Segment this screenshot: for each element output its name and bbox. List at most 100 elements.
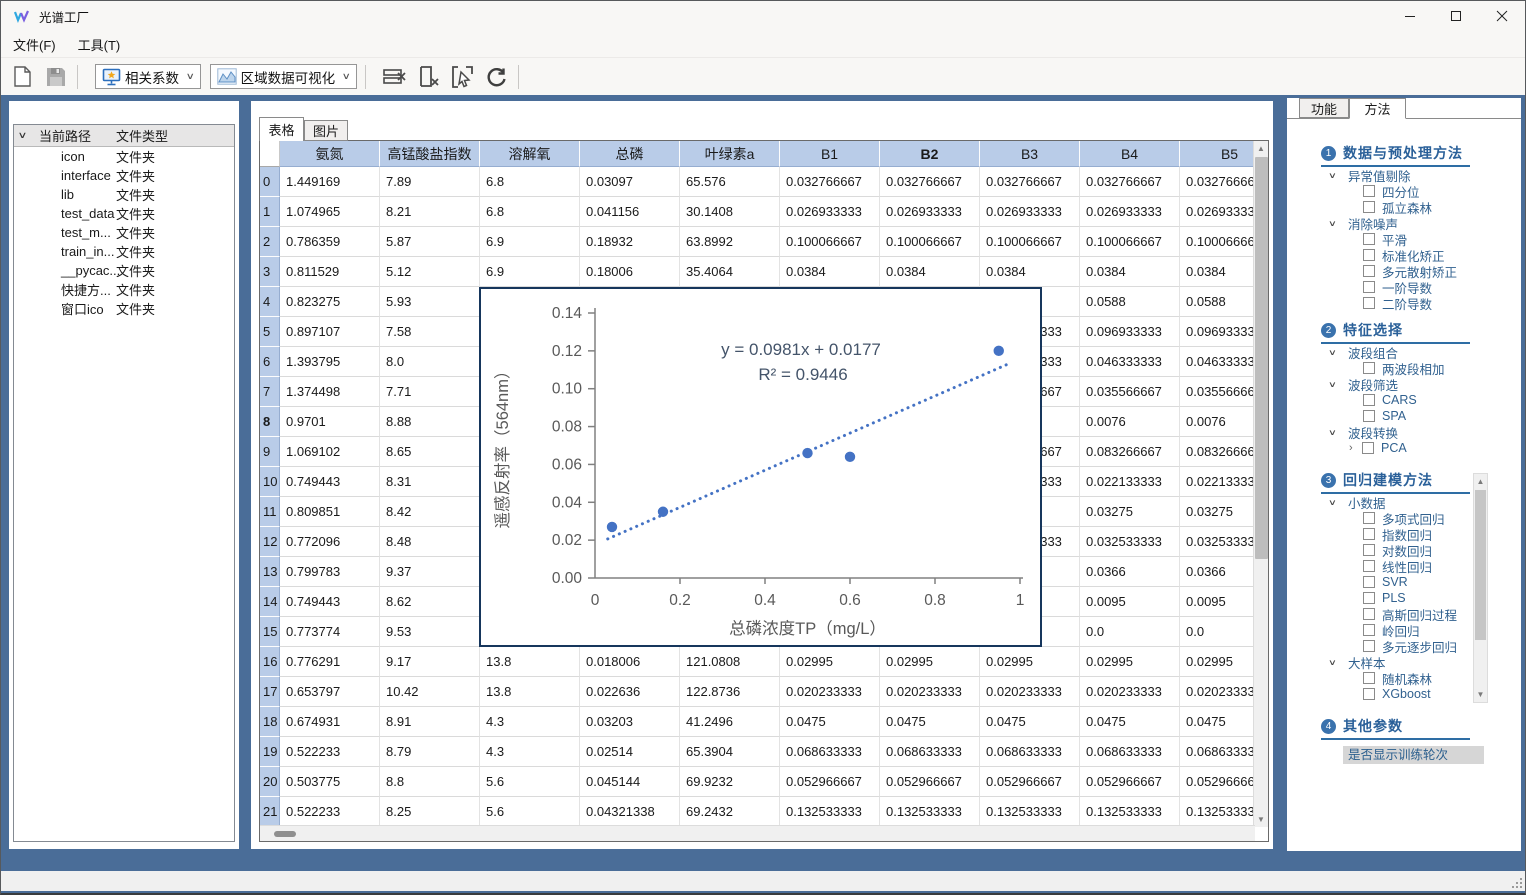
row-header[interactable]: 4 bbox=[260, 287, 280, 317]
table-cell[interactable]: 0.02995 bbox=[780, 647, 880, 677]
checkbox-unchecked-icon[interactable] bbox=[1363, 560, 1375, 572]
menu-tools[interactable]: 工具(T) bbox=[68, 31, 131, 58]
table-cell[interactable]: 0.0475 bbox=[880, 707, 980, 737]
scrollbar-thumb[interactable] bbox=[274, 831, 296, 837]
table-cell[interactable]: 0.799783 bbox=[280, 557, 380, 587]
tab-image[interactable]: 图片 bbox=[304, 120, 348, 141]
method-group[interactable]: ∨ 波段筛选 bbox=[1331, 376, 1521, 392]
table-cell[interactable]: 0.18006 bbox=[580, 257, 680, 287]
tab-table[interactable]: 表格 bbox=[259, 117, 304, 141]
checkbox-unchecked-icon[interactable] bbox=[1363, 249, 1375, 261]
chevron-down-icon[interactable]: ∨ bbox=[1328, 219, 1346, 228]
table-cell[interactable]: 8.8 bbox=[380, 767, 480, 797]
table-cell[interactable]: 0.032766667 bbox=[780, 167, 880, 197]
table-cell[interactable]: 0.897107 bbox=[280, 317, 380, 347]
checkbox-unchecked-icon[interactable] bbox=[1363, 512, 1375, 524]
scrollbar-thumb[interactable] bbox=[1475, 490, 1486, 640]
table-cell[interactable]: 6.8 bbox=[480, 167, 580, 197]
table-cell[interactable]: 8.88 bbox=[380, 407, 480, 437]
table-cell[interactable]: 0.0384 bbox=[1080, 257, 1180, 287]
table-cell[interactable]: 69.9232 bbox=[680, 767, 780, 797]
table-cell[interactable]: 0.0095 bbox=[1080, 587, 1180, 617]
delete-rows-button[interactable] bbox=[382, 64, 408, 90]
table-cell[interactable]: 0.02514 bbox=[580, 737, 680, 767]
table-cell[interactable]: 0.026933333 bbox=[980, 197, 1080, 227]
column-header[interactable]: 叶绿素a bbox=[680, 141, 780, 167]
file-tree-item[interactable]: 快捷方... 文件夹 bbox=[14, 280, 234, 299]
checkbox-unchecked-icon[interactable] bbox=[1363, 394, 1375, 406]
table-cell[interactable]: 1.374498 bbox=[280, 377, 380, 407]
table-cell[interactable]: 0.052966667 bbox=[780, 767, 880, 797]
table-cell[interactable]: 4.3 bbox=[480, 707, 580, 737]
scroll-up-arrow-icon[interactable]: ▲ bbox=[1474, 477, 1487, 486]
table-cell[interactable]: 0.020233333 bbox=[1080, 677, 1180, 707]
refresh-button[interactable] bbox=[484, 64, 510, 90]
table-cell[interactable]: 0.02995 bbox=[980, 647, 1080, 677]
checkbox-unchecked-icon[interactable] bbox=[1363, 281, 1375, 293]
table-cell[interactable]: 69.2432 bbox=[680, 797, 780, 827]
table-cell[interactable]: 0.811529 bbox=[280, 257, 380, 287]
table-cell[interactable]: 6.8 bbox=[480, 197, 580, 227]
table-cell[interactable]: 0.503775 bbox=[280, 767, 380, 797]
column-header[interactable]: 氨氮 bbox=[280, 141, 380, 167]
row-header[interactable]: 7 bbox=[260, 377, 280, 407]
table-cell[interactable]: 122.8736 bbox=[680, 677, 780, 707]
table-horizontal-scrollbar[interactable] bbox=[260, 825, 1255, 841]
menu-file[interactable]: 文件(F) bbox=[3, 31, 66, 58]
method-item[interactable]: XGboost bbox=[1363, 686, 1521, 702]
table-cell[interactable]: 0.02995 bbox=[1180, 647, 1255, 677]
table-cell[interactable]: 0.068633333 bbox=[880, 737, 980, 767]
checkbox-unchecked-icon[interactable] bbox=[1363, 362, 1375, 374]
table-cell[interactable]: 5.6 bbox=[480, 767, 580, 797]
checkbox-unchecked-icon[interactable] bbox=[1363, 265, 1375, 277]
file-tree-item[interactable]: icon 文件夹 bbox=[14, 147, 234, 166]
table-cell[interactable]: 0.0384 bbox=[880, 257, 980, 287]
table-cell[interactable]: 0.132533333 bbox=[980, 797, 1080, 827]
region-visualization-dropdown[interactable]: 区域数据可视化 ∨ bbox=[210, 64, 357, 89]
table-cell[interactable]: 0.020233333 bbox=[780, 677, 880, 707]
table-cell[interactable]: 8.42 bbox=[380, 497, 480, 527]
row-header[interactable]: 0 bbox=[260, 167, 280, 197]
table-cell[interactable]: 0.0588 bbox=[1080, 287, 1180, 317]
table-cell[interactable]: 4.3 bbox=[480, 737, 580, 767]
methods-scrollbar[interactable]: ▲ ▼ bbox=[1473, 473, 1488, 703]
table-vertical-scrollbar[interactable]: ▲ ▼ bbox=[1253, 141, 1268, 827]
table-cell[interactable]: 0.052966667 bbox=[980, 767, 1080, 797]
table-cell[interactable]: 63.8992 bbox=[680, 227, 780, 257]
table-cell[interactable]: 0.02023333 bbox=[1180, 677, 1255, 707]
table-cell[interactable]: 0.032766667 bbox=[1080, 167, 1180, 197]
table-cell[interactable]: 9.37 bbox=[380, 557, 480, 587]
table-cell[interactable]: 8.79 bbox=[380, 737, 480, 767]
table-cell[interactable]: 0.132533333 bbox=[780, 797, 880, 827]
row-header[interactable]: 6 bbox=[260, 347, 280, 377]
table-cell[interactable]: 7.71 bbox=[380, 377, 480, 407]
method-group[interactable]: ∨ 波段转换 bbox=[1331, 424, 1521, 440]
row-header[interactable]: 21 bbox=[260, 797, 280, 827]
table-cell[interactable]: 0.02213333 bbox=[1180, 467, 1255, 497]
method-item[interactable]: 二阶导数 bbox=[1363, 295, 1521, 311]
table-cell[interactable]: 0.02693333 bbox=[1180, 197, 1255, 227]
table-cell[interactable]: 0.772096 bbox=[280, 527, 380, 557]
checkbox-unchecked-icon[interactable] bbox=[1363, 544, 1375, 556]
table-cell[interactable]: 0.0076 bbox=[1080, 407, 1180, 437]
checkbox-unchecked-icon[interactable] bbox=[1363, 624, 1375, 636]
table-cell[interactable]: 0.026933333 bbox=[780, 197, 880, 227]
table-cell[interactable]: 0.018006 bbox=[580, 647, 680, 677]
table-cell[interactable]: 0.773774 bbox=[280, 617, 380, 647]
table-cell[interactable]: 8.65 bbox=[380, 437, 480, 467]
table-cell[interactable]: 1.069102 bbox=[280, 437, 380, 467]
table-cell[interactable]: 0.022133333 bbox=[1080, 467, 1180, 497]
table-cell[interactable]: 0.096933333 bbox=[1080, 317, 1180, 347]
table-cell[interactable]: 9.17 bbox=[380, 647, 480, 677]
checkbox-unchecked-icon[interactable] bbox=[1363, 201, 1375, 213]
resize-grip[interactable] bbox=[1510, 876, 1522, 888]
table-cell[interactable]: 1.449169 bbox=[280, 167, 380, 197]
table-cell[interactable]: 0.786359 bbox=[280, 227, 380, 257]
table-cell[interactable]: 0.022636 bbox=[580, 677, 680, 707]
checkbox-unchecked-icon[interactable] bbox=[1363, 233, 1375, 245]
chevron-down-icon[interactable]: ∨ bbox=[1328, 428, 1346, 437]
table-cell[interactable]: 0.068633333 bbox=[1080, 737, 1180, 767]
table-cell[interactable]: 13.8 bbox=[480, 647, 580, 677]
table-cell[interactable]: 8.48 bbox=[380, 527, 480, 557]
table-cell[interactable]: 0.068633333 bbox=[780, 737, 880, 767]
